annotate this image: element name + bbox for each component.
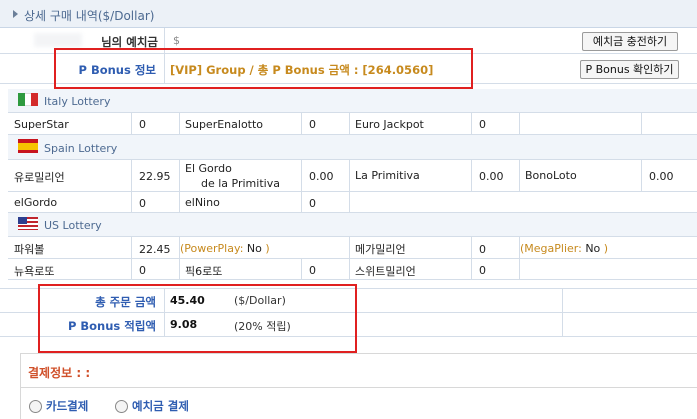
game-name: 메가밀리언 <box>355 243 406 256</box>
check-bonus-button[interactable]: P Bonus 확인하기 <box>580 60 679 79</box>
us-row-2: 뉴욕로또 0 픽6로또 0 스위트밀리언 0 <box>8 259 697 280</box>
game-qty: 0 <box>309 264 316 277</box>
card-payment-label: 카드결제 <box>46 399 89 413</box>
game-name: La Primitiva <box>355 169 420 182</box>
card-payment-option[interactable]: 카드결제 <box>29 398 88 414</box>
deposit-value: $ <box>173 34 180 47</box>
game-name: 스위트밀리언 <box>355 265 416 278</box>
game-qty: 0 <box>479 243 486 256</box>
deposit-payment-option[interactable]: 예치금 결제 <box>115 398 189 414</box>
italy-flag-icon <box>18 93 39 106</box>
game-qty: 0 <box>479 264 486 277</box>
page-title: 상세 구매 내역($/Dollar) <box>24 9 155 23</box>
game-name-line2: de la Primitiva <box>201 177 280 190</box>
payment-title: 결제정보 : : <box>28 366 91 380</box>
detail-purchase-header: 상세 구매 내역($/Dollar) <box>0 0 697 28</box>
game-name: 유로밀리언 <box>14 171 65 184</box>
game-name: SuperEnalotto <box>185 118 264 131</box>
spain-row-1: 유로밀리언 22.95 El Gordo de la Primitiva 0.0… <box>8 160 697 192</box>
game-name: Euro Jackpot <box>355 118 424 131</box>
us-title: US Lottery <box>44 219 102 232</box>
spain-title: Spain Lottery <box>44 142 118 155</box>
game-qty: 0 <box>309 118 316 131</box>
game-name: elGordo <box>14 196 58 209</box>
game-qty: 0 <box>309 197 316 210</box>
spain-section-header: Spain Lottery <box>8 135 697 160</box>
game-name: elNino <box>185 196 220 209</box>
powerplay-option: (PowerPlay: No ) <box>180 242 270 255</box>
us-section-header: US Lottery <box>8 213 697 237</box>
italy-section-header: Italy Lottery <box>8 89 697 113</box>
radio-icon[interactable] <box>115 399 128 413</box>
us-flag-icon <box>18 217 38 230</box>
game-qty: 0 <box>139 264 146 277</box>
username-masked <box>34 33 82 47</box>
game-name: 뉴욕로또 <box>14 265 55 278</box>
game-qty: 0.00 <box>309 170 334 183</box>
game-name: 픽6로또 <box>185 265 223 278</box>
game-name: SuperStar <box>14 118 69 131</box>
radio-icon[interactable] <box>29 399 42 413</box>
game-qty: 0 <box>139 197 146 210</box>
game-qty: 22.45 <box>139 243 171 256</box>
game-qty: 22.95 <box>139 170 171 183</box>
megaplier-option: (MegaPlier: No ) <box>520 242 609 255</box>
deposit-payment-label: 예치금 결제 <box>132 399 189 413</box>
charge-deposit-button[interactable]: 예치금 충전하기 <box>582 32 678 51</box>
game-name: 파워볼 <box>14 243 45 256</box>
triangle-icon <box>13 10 18 18</box>
us-row-1: 파워볼 22.45 (PowerPlay: No ) 메가밀리언 0 (Mega… <box>8 237 697 259</box>
game-qty: 0.00 <box>649 170 674 183</box>
game-qty: 0 <box>479 118 486 131</box>
spain-row-2: elGordo 0 elNino 0 <box>8 192 697 213</box>
payment-section: 결제정보 : : 카드결제 예치금 결제 <box>20 353 697 419</box>
bonus-highlight-box <box>54 48 473 89</box>
game-name: BonoLoto <box>525 169 577 182</box>
italy-title: Italy Lottery <box>44 95 111 108</box>
summary-highlight-box <box>38 284 357 353</box>
game-qty: 0 <box>139 118 146 131</box>
game-name: El Gordo <box>185 162 232 175</box>
italy-row: SuperStar 0 SuperEnalotto 0 Euro Jackpot… <box>8 113 697 135</box>
spain-flag-icon <box>18 139 38 153</box>
game-qty: 0.00 <box>479 170 504 183</box>
